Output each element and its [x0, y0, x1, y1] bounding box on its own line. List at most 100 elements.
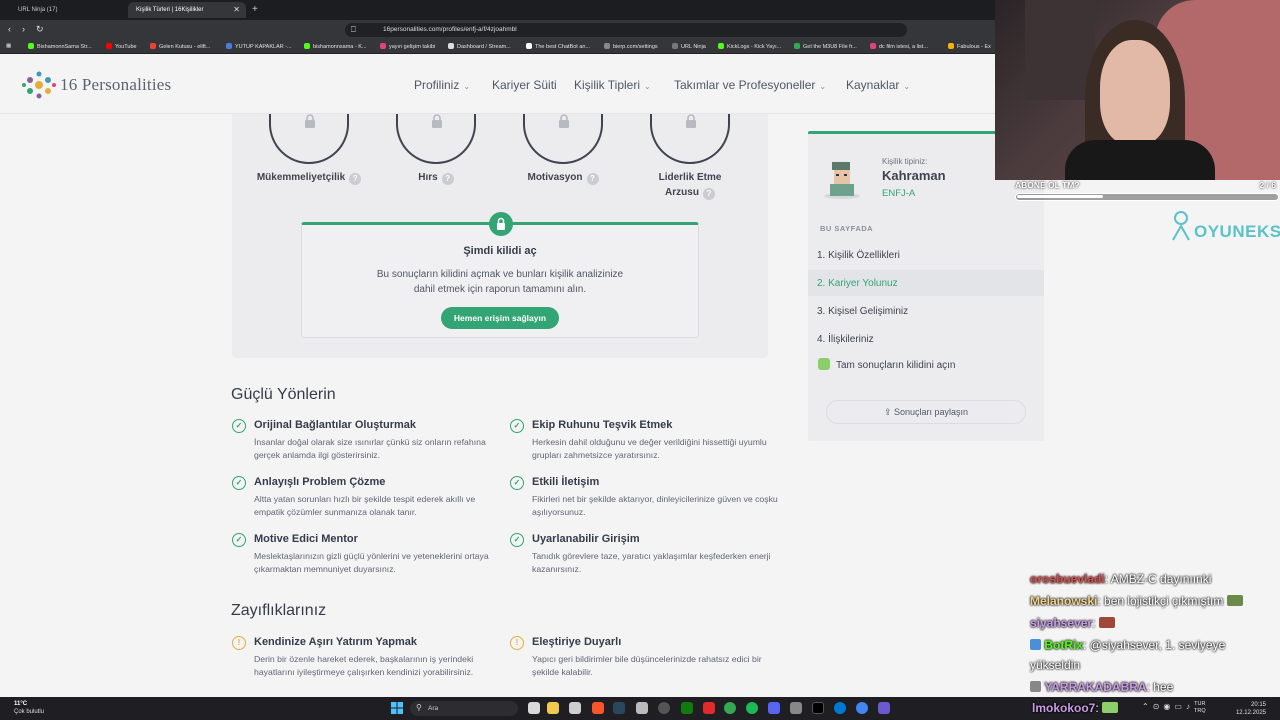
personality-code: ENFJ-A	[882, 188, 916, 199]
trait-perfectionism: Mükemmeliyetçilik?	[254, 114, 364, 185]
bookmark-item[interactable]: The best ChatBot an...	[526, 43, 590, 50]
share-icon: ⇪	[883, 407, 894, 417]
check-icon: ✓	[232, 533, 246, 547]
chevron-down-icon: ⌄	[644, 82, 651, 91]
help-icon[interactable]: ?	[441, 173, 454, 185]
browser-tab[interactable]: URL Ninja (17)	[10, 2, 125, 18]
spotify-icon[interactable]	[746, 702, 758, 714]
system-tray-icons[interactable]: ⌃⊙◉▭♪	[1142, 702, 1194, 711]
app-icon[interactable]	[636, 702, 648, 714]
bookmark-item[interactable]: BishamonnSama Str...	[28, 43, 92, 50]
help-icon[interactable]: ?	[349, 173, 362, 185]
forward-icon[interactable]: ›	[22, 24, 25, 34]
badge-icon	[1030, 681, 1041, 692]
strength-title: Anlayışlı Problem Çözme	[254, 476, 386, 488]
nav-kariyer-suiti[interactable]: Kariyer Süiti	[492, 78, 557, 92]
close-icon[interactable]: ✕	[233, 5, 240, 14]
bookmark-item[interactable]: YUTUP KAPAKLAR -...	[226, 43, 292, 50]
nav-takimlar[interactable]: Takımlar ve Profesyoneller ⌄	[674, 78, 826, 92]
bookmark-item[interactable]: Fabulous - Ex	[948, 43, 991, 50]
edge-icon[interactable]	[834, 702, 846, 714]
help-icon[interactable]: ?	[702, 188, 715, 200]
warning-icon: !	[232, 636, 246, 650]
app-icon[interactable]	[878, 702, 890, 714]
bookmark-icon[interactable]: ⎕	[351, 25, 356, 35]
unlock-card: Şimdi kilidi aç Bu sonuçların kilidini a…	[301, 212, 699, 338]
input-language[interactable]: TUR TRQ	[1194, 701, 1206, 715]
tab-title: Kişilik Türleri | 16Kişilikler	[136, 7, 204, 13]
nav-label: Takımlar ve Profesyoneller	[674, 78, 816, 92]
chatbot-icon	[526, 43, 532, 49]
bookmark-item[interactable]: KickLogs - Kick Yayı...	[718, 43, 781, 50]
personality-type: Kahraman	[882, 168, 946, 183]
help-icon[interactable]: ?	[586, 173, 599, 185]
strength-title: Uyarlanabilir Girişim	[532, 533, 640, 545]
discord-icon[interactable]	[768, 702, 780, 714]
task-view-icon[interactable]	[528, 702, 540, 714]
bookmark-item[interactable]: yayın gelişim takibi	[380, 43, 435, 50]
check-icon: ✓	[232, 419, 246, 433]
sidebar-link-relationships[interactable]: 4. İlişkileriniz	[808, 326, 1044, 352]
nav-profiliniz[interactable]: Profiliniz ⌄	[414, 78, 470, 92]
new-tab-button[interactable]: +	[252, 4, 258, 15]
bookmark-item[interactable]: Get the M3U8 File fr...	[794, 43, 857, 50]
sidebar-link-personality-traits[interactable]: 1. Kişilik Özellikleri	[808, 242, 1044, 268]
file-explorer-icon[interactable]	[547, 702, 559, 714]
capcut-icon[interactable]	[812, 702, 824, 714]
weather-widget[interactable]: 11°C Çok bulutlu	[14, 700, 44, 716]
reload-icon[interactable]: ↻	[36, 24, 44, 35]
logo-text[interactable]: 16 Personalities	[60, 75, 171, 95]
bookmark-item[interactable]: bishamonnsama - K...	[304, 43, 367, 50]
bookmark-item[interactable]: URL Ninja	[672, 43, 706, 50]
chrome-icon[interactable]	[856, 702, 868, 714]
apps-icon[interactable]: ▦	[6, 43, 11, 49]
chat-message: Melanowski: ben lojistikçi çıkmıştım	[1030, 594, 1243, 608]
bookmark-item[interactable]: YouTube	[106, 43, 137, 50]
unlock-results-link[interactable]: Tam sonuçların kilidini açın	[818, 358, 956, 371]
nav-kisilik-tipleri[interactable]: Kişilik Tipleri ⌄	[574, 78, 651, 92]
app-icon[interactable]	[790, 702, 802, 714]
share-results-button[interactable]: ⇪ Sonuçları paylaşın	[826, 400, 1026, 424]
clock-time: 20:15	[1250, 702, 1266, 708]
sidebar-link-personal-growth[interactable]: 3. Kişisel Gelişiminiz	[808, 298, 1044, 324]
steam-icon[interactable]	[613, 702, 625, 714]
address-bar[interactable]: ⎕ 16personalities.com/profiles/enfj-a/f/…	[345, 23, 907, 37]
logo-icon[interactable]	[20, 68, 58, 102]
streamer-face	[1100, 40, 1170, 145]
bookmark-label: The best ChatBot an...	[535, 44, 591, 50]
kick-icon	[718, 43, 724, 49]
extension-icon	[794, 43, 800, 49]
bookmark-label: KickLogs - Kick Yayı...	[727, 44, 782, 50]
bookmark-label: Dashboard / Stream...	[457, 44, 511, 50]
trait-label: Mükemmeliyetçilik	[256, 172, 346, 183]
trait-label: Hırs	[418, 172, 438, 183]
heart-icon	[380, 43, 386, 49]
trait-leadership: Liderlik Etme Arzusu?	[635, 114, 745, 200]
bookmark-label: Gelen Kutusu - elift...	[159, 44, 211, 50]
strength-title: Orijinal Bağlantılar Oluşturmak	[254, 419, 416, 431]
webcam-overlay	[995, 0, 1280, 180]
windows-start-icon[interactable]	[391, 702, 403, 714]
nav-kaynaklar[interactable]: Kaynaklar ⌄	[846, 78, 910, 92]
bookmark-item[interactable]: Gelen Kutusu - elift...	[150, 43, 210, 50]
app-icon[interactable]	[569, 702, 581, 714]
browser-tab-active[interactable]: Kişilik Türleri | 16Kişilikler ✕	[128, 2, 246, 18]
clock[interactable]: 20:15 12.12.2025	[1236, 701, 1266, 717]
taskbar-search[interactable]: ⚲ Ara	[410, 701, 518, 716]
sidebar-link-career-path[interactable]: 2. Kariyer Yolunuz	[808, 270, 1044, 296]
brave-icon[interactable]	[592, 702, 604, 714]
unlock-results-label: Tam sonuçların kilidini açın	[836, 360, 956, 371]
weakness-title: Eleştiriye Duyarlı	[532, 636, 622, 648]
emote-icon	[1226, 595, 1243, 606]
nav-label: Kaynaklar	[846, 78, 900, 92]
back-icon[interactable]: ‹	[8, 24, 11, 34]
xbox-icon[interactable]	[681, 702, 693, 714]
get-access-button[interactable]: Hemen erişim sağlayın	[440, 307, 560, 329]
app-icon[interactable]	[724, 702, 736, 714]
bookmark-item[interactable]: dc film istesi, a list...	[870, 43, 928, 50]
app-icon[interactable]	[703, 702, 715, 714]
bookmark-item[interactable]: bierp.com/settings	[604, 43, 658, 50]
bookmark-item[interactable]: Dashboard / Stream...	[448, 43, 511, 50]
unlock-title: Şimdi kilidi aç	[463, 245, 537, 257]
obs-icon[interactable]	[658, 702, 670, 714]
